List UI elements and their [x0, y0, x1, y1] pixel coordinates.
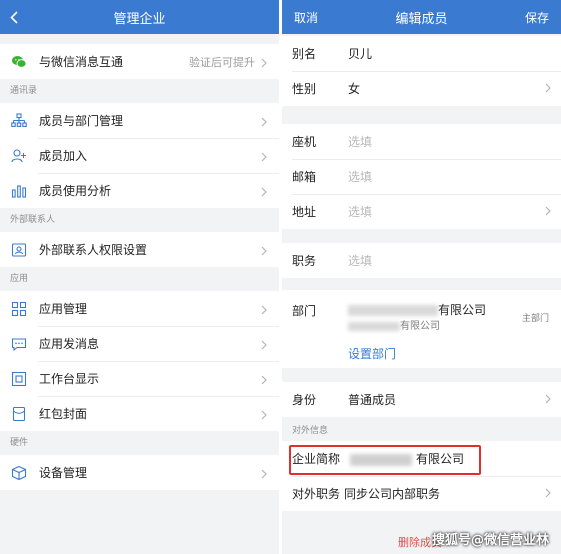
department-name: 有限公司: [348, 301, 486, 318]
back-arrow-icon[interactable]: [6, 8, 22, 26]
add-user-icon: [10, 147, 28, 165]
chevron-right-icon: [545, 205, 551, 219]
position-field[interactable]: 选填: [348, 252, 551, 269]
external-info-title: 对外信息: [292, 426, 329, 436]
section-title-external-contacts: 外部联系人: [10, 215, 56, 225]
wechat-icon: [10, 53, 28, 71]
chevron-right-icon: [261, 339, 269, 349]
org-chart-icon: [10, 112, 28, 130]
grid-icon: [10, 300, 28, 318]
bar-chart-icon: [10, 182, 28, 200]
member-dept-manage-row[interactable]: 成员与部门管理: [0, 103, 279, 138]
watermark-text: 搜狐号@微信营业林: [431, 533, 549, 548]
device-manage-row[interactable]: 设备管理: [0, 455, 279, 490]
alias-row[interactable]: 别名 贝儿: [282, 36, 561, 71]
alias-value[interactable]: 贝儿: [348, 45, 551, 62]
right-navbar: 取消 编辑成员 保存: [282, 0, 561, 34]
position-label: 职务: [292, 254, 317, 268]
red-packet-cover-row[interactable]: 红包封面: [0, 396, 279, 431]
chevron-right-icon: [261, 151, 269, 161]
phone-field[interactable]: 选填: [348, 133, 551, 150]
external-position-label: 对外职务: [292, 487, 341, 501]
phone-row[interactable]: 座机 选填: [282, 124, 561, 159]
chevron-right-icon: [261, 468, 269, 478]
external-contact-permission-label: 外部联系人权限设置: [39, 243, 148, 257]
alias-label: 别名: [292, 47, 317, 61]
app-send-message-row[interactable]: 应用发消息: [0, 326, 279, 361]
redacted-blur: [348, 321, 400, 331]
email-label: 邮箱: [292, 170, 317, 184]
member-usage-analysis-row[interactable]: 成员使用分析: [0, 173, 279, 208]
external-position-value: 同步公司内部职务: [344, 487, 441, 501]
section-title-apps: 应用: [10, 274, 29, 284]
chevron-right-icon: [261, 186, 269, 196]
department-block: 部门 有限公司 有限公司 主部门 设置部门: [282, 290, 561, 368]
set-department-link[interactable]: 设置部门: [348, 345, 396, 362]
chevron-right-icon: [545, 487, 551, 501]
external-position-row[interactable]: 对外职务 同步公司内部职务: [282, 476, 561, 511]
app-manage-label: 应用管理: [39, 302, 88, 316]
page-title: 管理企业: [113, 11, 166, 27]
redacted-blur: [348, 305, 438, 316]
member-join-row[interactable]: 成员加入: [0, 138, 279, 173]
manage-enterprise-panel: 管理企业 与微信消息互通 验证后可提升 通讯录 成员与部门管理 成员加入 成员使…: [0, 0, 279, 554]
email-field[interactable]: 选填: [348, 168, 551, 185]
chevron-right-icon: [261, 304, 269, 314]
identity-label: 身份: [292, 393, 317, 407]
chevron-right-icon: [261, 409, 269, 419]
main-department-tag: 主部门: [521, 314, 549, 324]
member-usage-analysis-label: 成员使用分析: [39, 184, 112, 198]
external-contact-permission-row[interactable]: 外部联系人权限设置: [0, 232, 279, 267]
gender-label: 性别: [292, 82, 317, 96]
contact-card-icon: [10, 241, 28, 259]
phone-label: 座机: [292, 135, 317, 149]
address-field[interactable]: 选填: [348, 203, 545, 220]
position-row[interactable]: 职务 选填: [282, 243, 561, 278]
member-dept-manage-label: 成员与部门管理: [39, 114, 124, 128]
chevron-right-icon: [261, 245, 269, 255]
page-title: 编辑成员: [395, 11, 448, 27]
workbench-icon: [10, 370, 28, 388]
device-manage-label: 设备管理: [39, 466, 88, 480]
chevron-right-icon: [545, 82, 551, 96]
member-join-label: 成员加入: [39, 149, 88, 163]
address-row[interactable]: 地址 选填: [282, 194, 561, 229]
wechat-interop-row[interactable]: 与微信消息互通 验证后可提升: [0, 44, 279, 79]
chevron-right-icon: [261, 116, 269, 126]
address-label: 地址: [292, 205, 317, 219]
chevron-right-icon: [261, 57, 269, 67]
device-box-icon: [10, 464, 28, 482]
red-packet-icon: [10, 405, 28, 423]
identity-value: 普通成员: [348, 393, 397, 407]
message-icon: [10, 335, 28, 353]
section-title-hardware: 硬件: [10, 438, 29, 448]
identity-row[interactable]: 身份 普通成员: [282, 382, 561, 417]
gender-row[interactable]: 性别 女: [282, 71, 561, 106]
app-manage-row[interactable]: 应用管理: [0, 291, 279, 326]
red-packet-cover-label: 红包封面: [39, 407, 88, 421]
save-button[interactable]: 保存: [525, 9, 549, 26]
app-send-message-label: 应用发消息: [39, 337, 100, 351]
workbench-display-label: 工作台显示: [39, 372, 100, 386]
wechat-interop-label: 与微信消息互通: [39, 55, 124, 69]
section-title-contacts: 通讯录: [10, 86, 38, 96]
workbench-display-row[interactable]: 工作台显示: [0, 361, 279, 396]
email-row[interactable]: 邮箱 选填: [282, 159, 561, 194]
department-parent: 有限公司: [348, 317, 440, 332]
chevron-right-icon: [545, 393, 551, 407]
chevron-right-icon: [261, 374, 269, 384]
left-navbar: 管理企业: [0, 0, 279, 34]
wechat-interop-hint: 验证后可提升: [189, 55, 255, 69]
highlight-box: [289, 445, 481, 475]
cancel-button[interactable]: 取消: [294, 9, 318, 26]
gender-value: 女: [348, 82, 361, 96]
department-label: 部门: [292, 304, 317, 318]
